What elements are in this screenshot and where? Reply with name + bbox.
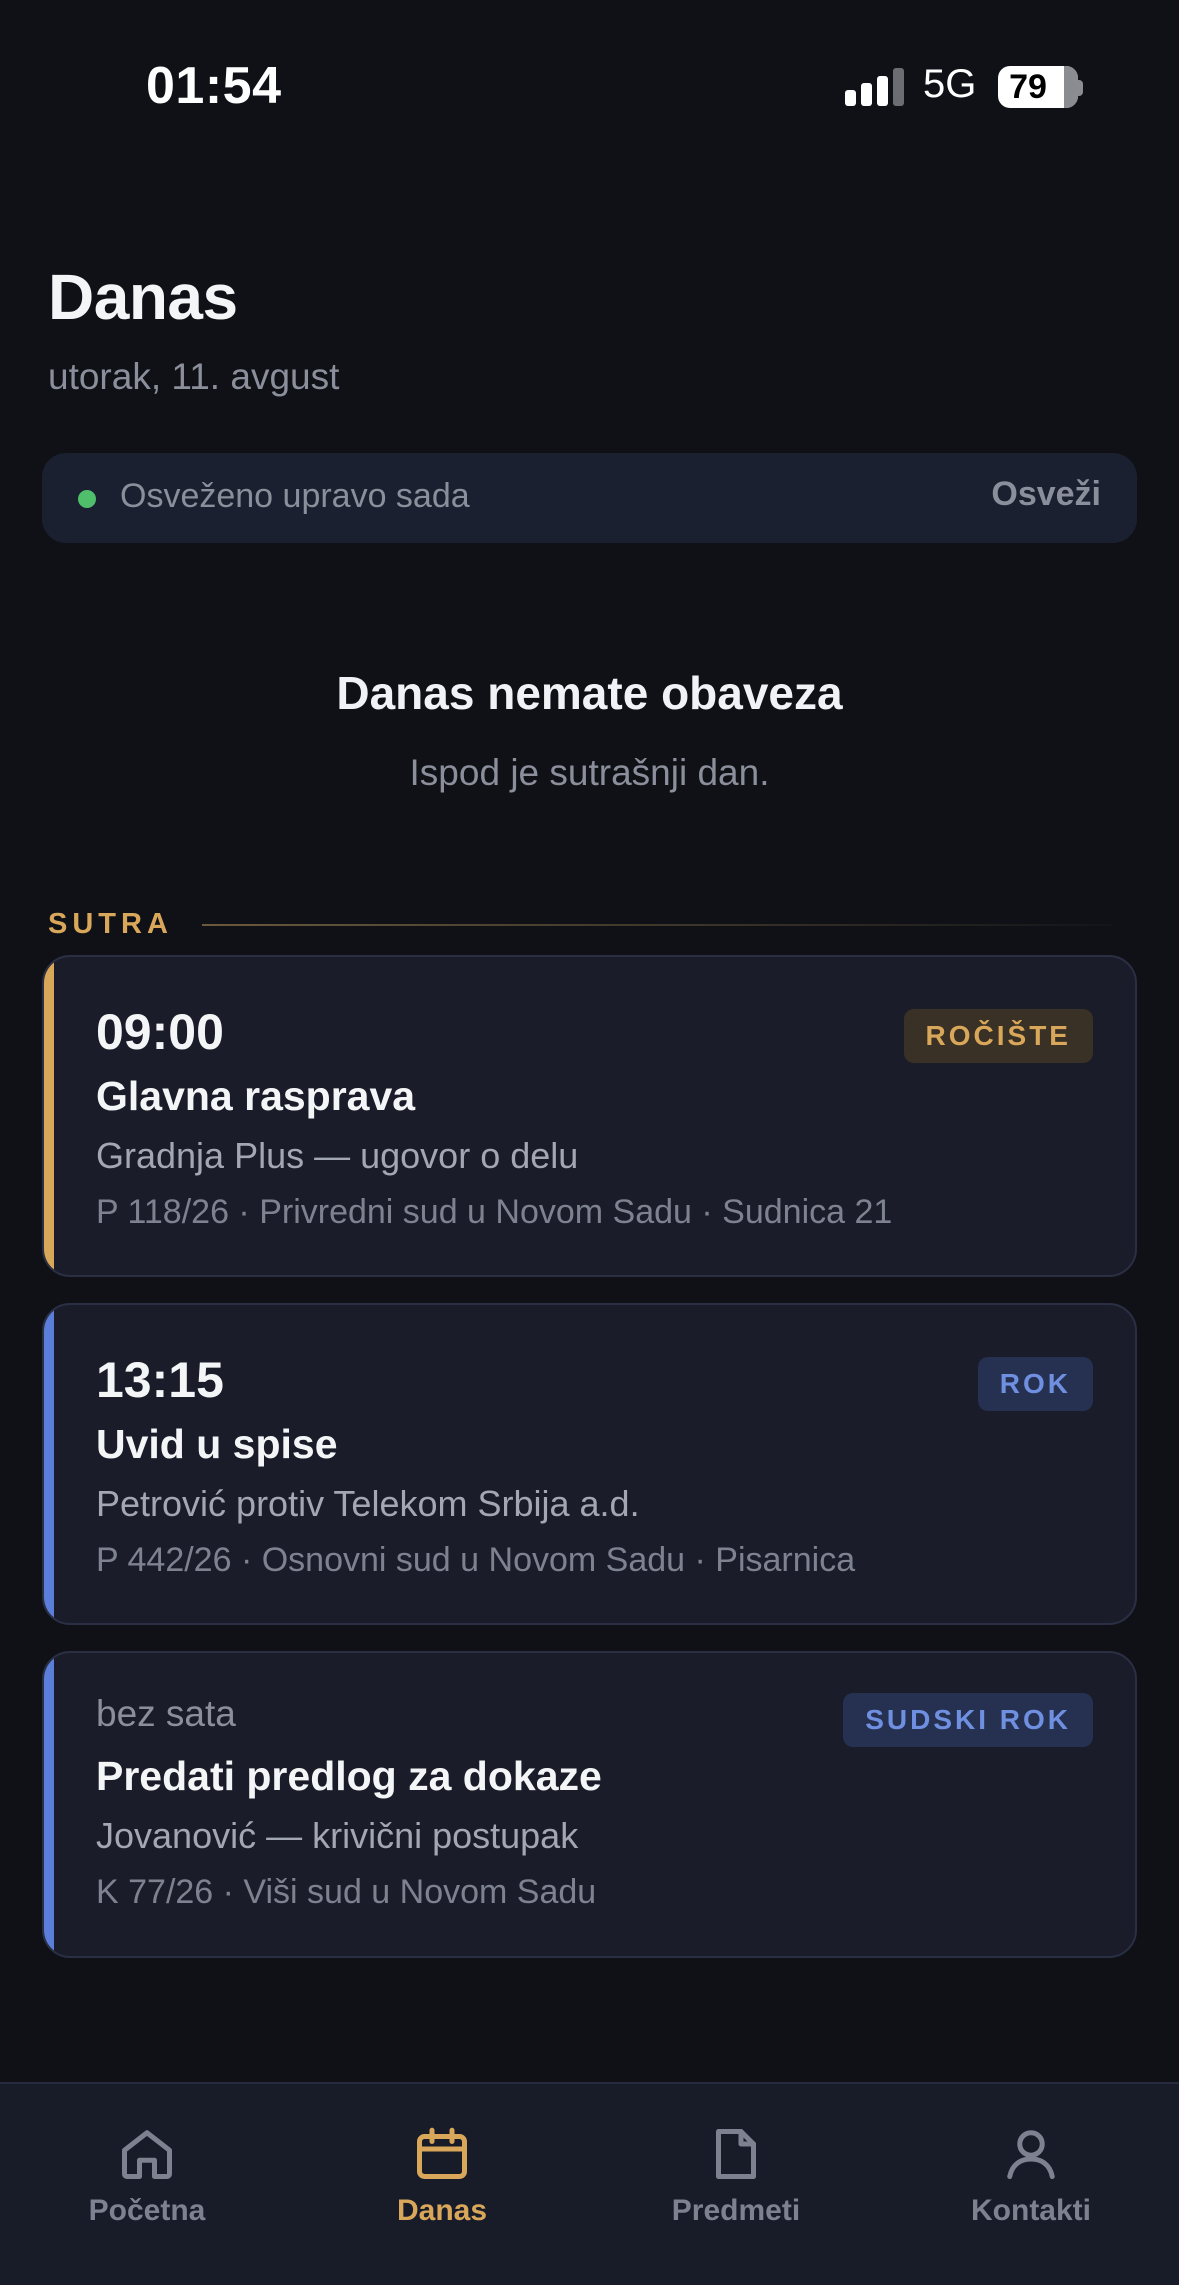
event-card[interactable]: bez sata SUDSKI ROK Predati predlog za d… [42,1651,1137,1958]
tab-bar: Početna Danas Predmeti Kontakti [0,2082,1179,2285]
event-type-badge: ROČIŠTE [903,1009,1093,1063]
card-accent-bar [44,1305,54,1623]
event-time: 13:15 [96,1352,224,1408]
event-meta: K 77/26 · Viši sud u Novom Sadu [96,1873,597,1911]
event-title: Glavna rasprava [96,1073,416,1119]
card-accent-bar [44,1653,54,1956]
tab-contacts[interactable]: Kontakti [911,2124,1151,2228]
event-time: bez sata [96,1693,236,1734]
event-type-badge: SUDSKI ROK [843,1693,1093,1747]
status-time: 01:54 [146,57,282,115]
tab-label: Kontakti [971,2194,1091,2227]
home-icon [122,2130,172,2179]
screen: 01:54 5G 79 Danas utorak, 11. avgust Osv… [0,0,1179,2285]
refresh-status-label: Osveženo upravo sada [120,477,470,515]
battery-tip [1077,80,1083,96]
card-accent-bar [44,957,54,1275]
event-type-badge: ROK [977,1357,1093,1411]
person-icon [1007,2130,1055,2179]
document-icon [716,2129,756,2179]
section-label-tomorrow: SUTRA [48,908,173,940]
event-subtitle: Gradnja Plus — ugovor o delu [96,1135,579,1176]
empty-state-subtitle: Ispod je sutrašnji dan. [409,752,770,793]
status-bar: 01:54 5G 79 [0,0,1179,140]
event-title: Predati predlog za dokaze [96,1753,602,1799]
event-time: 09:00 [96,1004,224,1060]
battery-level: 79 [1009,68,1047,106]
event-meta: P 442/26 · Osnovni sud u Novom Sadu · Pi… [96,1541,856,1579]
calendar-icon [417,2127,467,2179]
section-divider [202,924,1112,926]
tab-home[interactable]: Početna [27,2124,267,2228]
tab-today[interactable]: Danas [322,2124,562,2228]
tab-label: Predmeti [671,2194,801,2227]
refresh-bar: Osveženo upravo sada Osveži [42,453,1137,543]
tab-cases[interactable]: Predmeti [616,2124,856,2228]
battery-icon: 79 [998,66,1078,108]
page-title: Danas [48,261,238,333]
status-dot-icon [78,490,96,508]
page-date: utorak, 11. avgust [48,356,340,397]
tab-label: Početna [88,2194,206,2227]
empty-state-title: Danas nemate obaveza [336,667,843,719]
event-meta: P 118/26 · Privredni sud u Novom Sadu · … [96,1193,893,1231]
refresh-button[interactable]: Osveži [991,475,1101,514]
event-card[interactable]: 09:00 ROČIŠTE Glavna rasprava Gradnja Pl… [42,955,1137,1277]
network-type: 5G [923,62,977,106]
signal-icon [845,68,905,106]
tab-label: Danas [396,2194,488,2227]
event-subtitle: Jovanović — krivični postupak [96,1815,579,1856]
event-subtitle: Petrović protiv Telekom Srbija a.d. [96,1483,640,1524]
event-title: Uvid u spise [96,1421,338,1467]
event-card[interactable]: 13:15 ROK Uvid u spise Petrović protiv T… [42,1303,1137,1625]
